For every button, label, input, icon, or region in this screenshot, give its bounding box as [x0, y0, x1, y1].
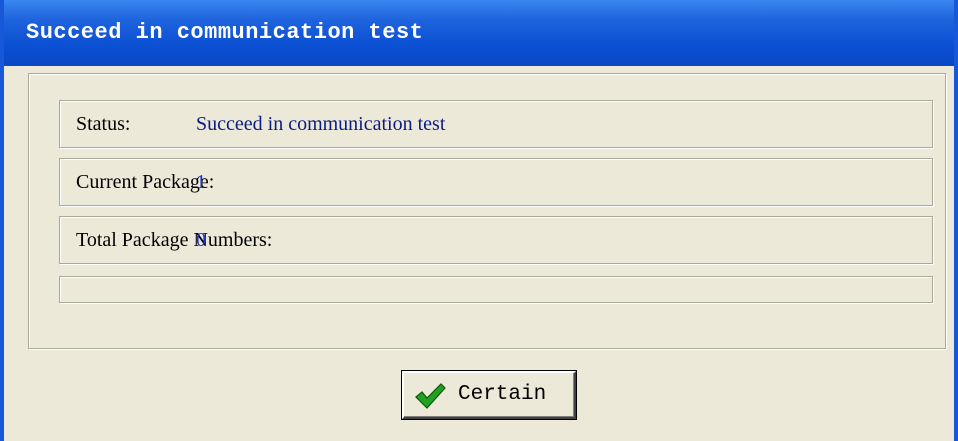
window-title: Succeed in communication test — [26, 20, 424, 45]
dialog-window: Succeed in communication test Status: Su… — [0, 0, 958, 441]
status-label: Status: — [76, 113, 131, 135]
current-package-label: Current Package: — [76, 171, 215, 193]
title-bar[interactable]: Succeed in communication test — [4, 0, 954, 66]
current-package-field: Current Package: 1 — [59, 158, 933, 206]
total-packages-label: Total Package Numbers: — [76, 229, 273, 251]
status-field: Status: Succeed in communication test — [59, 100, 933, 148]
green-checkmark-icon — [415, 383, 446, 409]
total-packages-value: 0 — [196, 229, 206, 251]
certain-button-face: Certain — [404, 373, 574, 417]
info-group-box: Status: Succeed in communication test Cu… — [28, 73, 946, 349]
current-package-value: 1 — [196, 171, 206, 193]
status-value: Succeed in communication test — [196, 113, 446, 135]
certain-button[interactable]: Certain — [401, 370, 577, 420]
progress-bar — [59, 276, 933, 303]
certain-button-label: Certain — [458, 383, 547, 406]
total-packages-field: Total Package Numbers: 0 — [59, 216, 933, 264]
